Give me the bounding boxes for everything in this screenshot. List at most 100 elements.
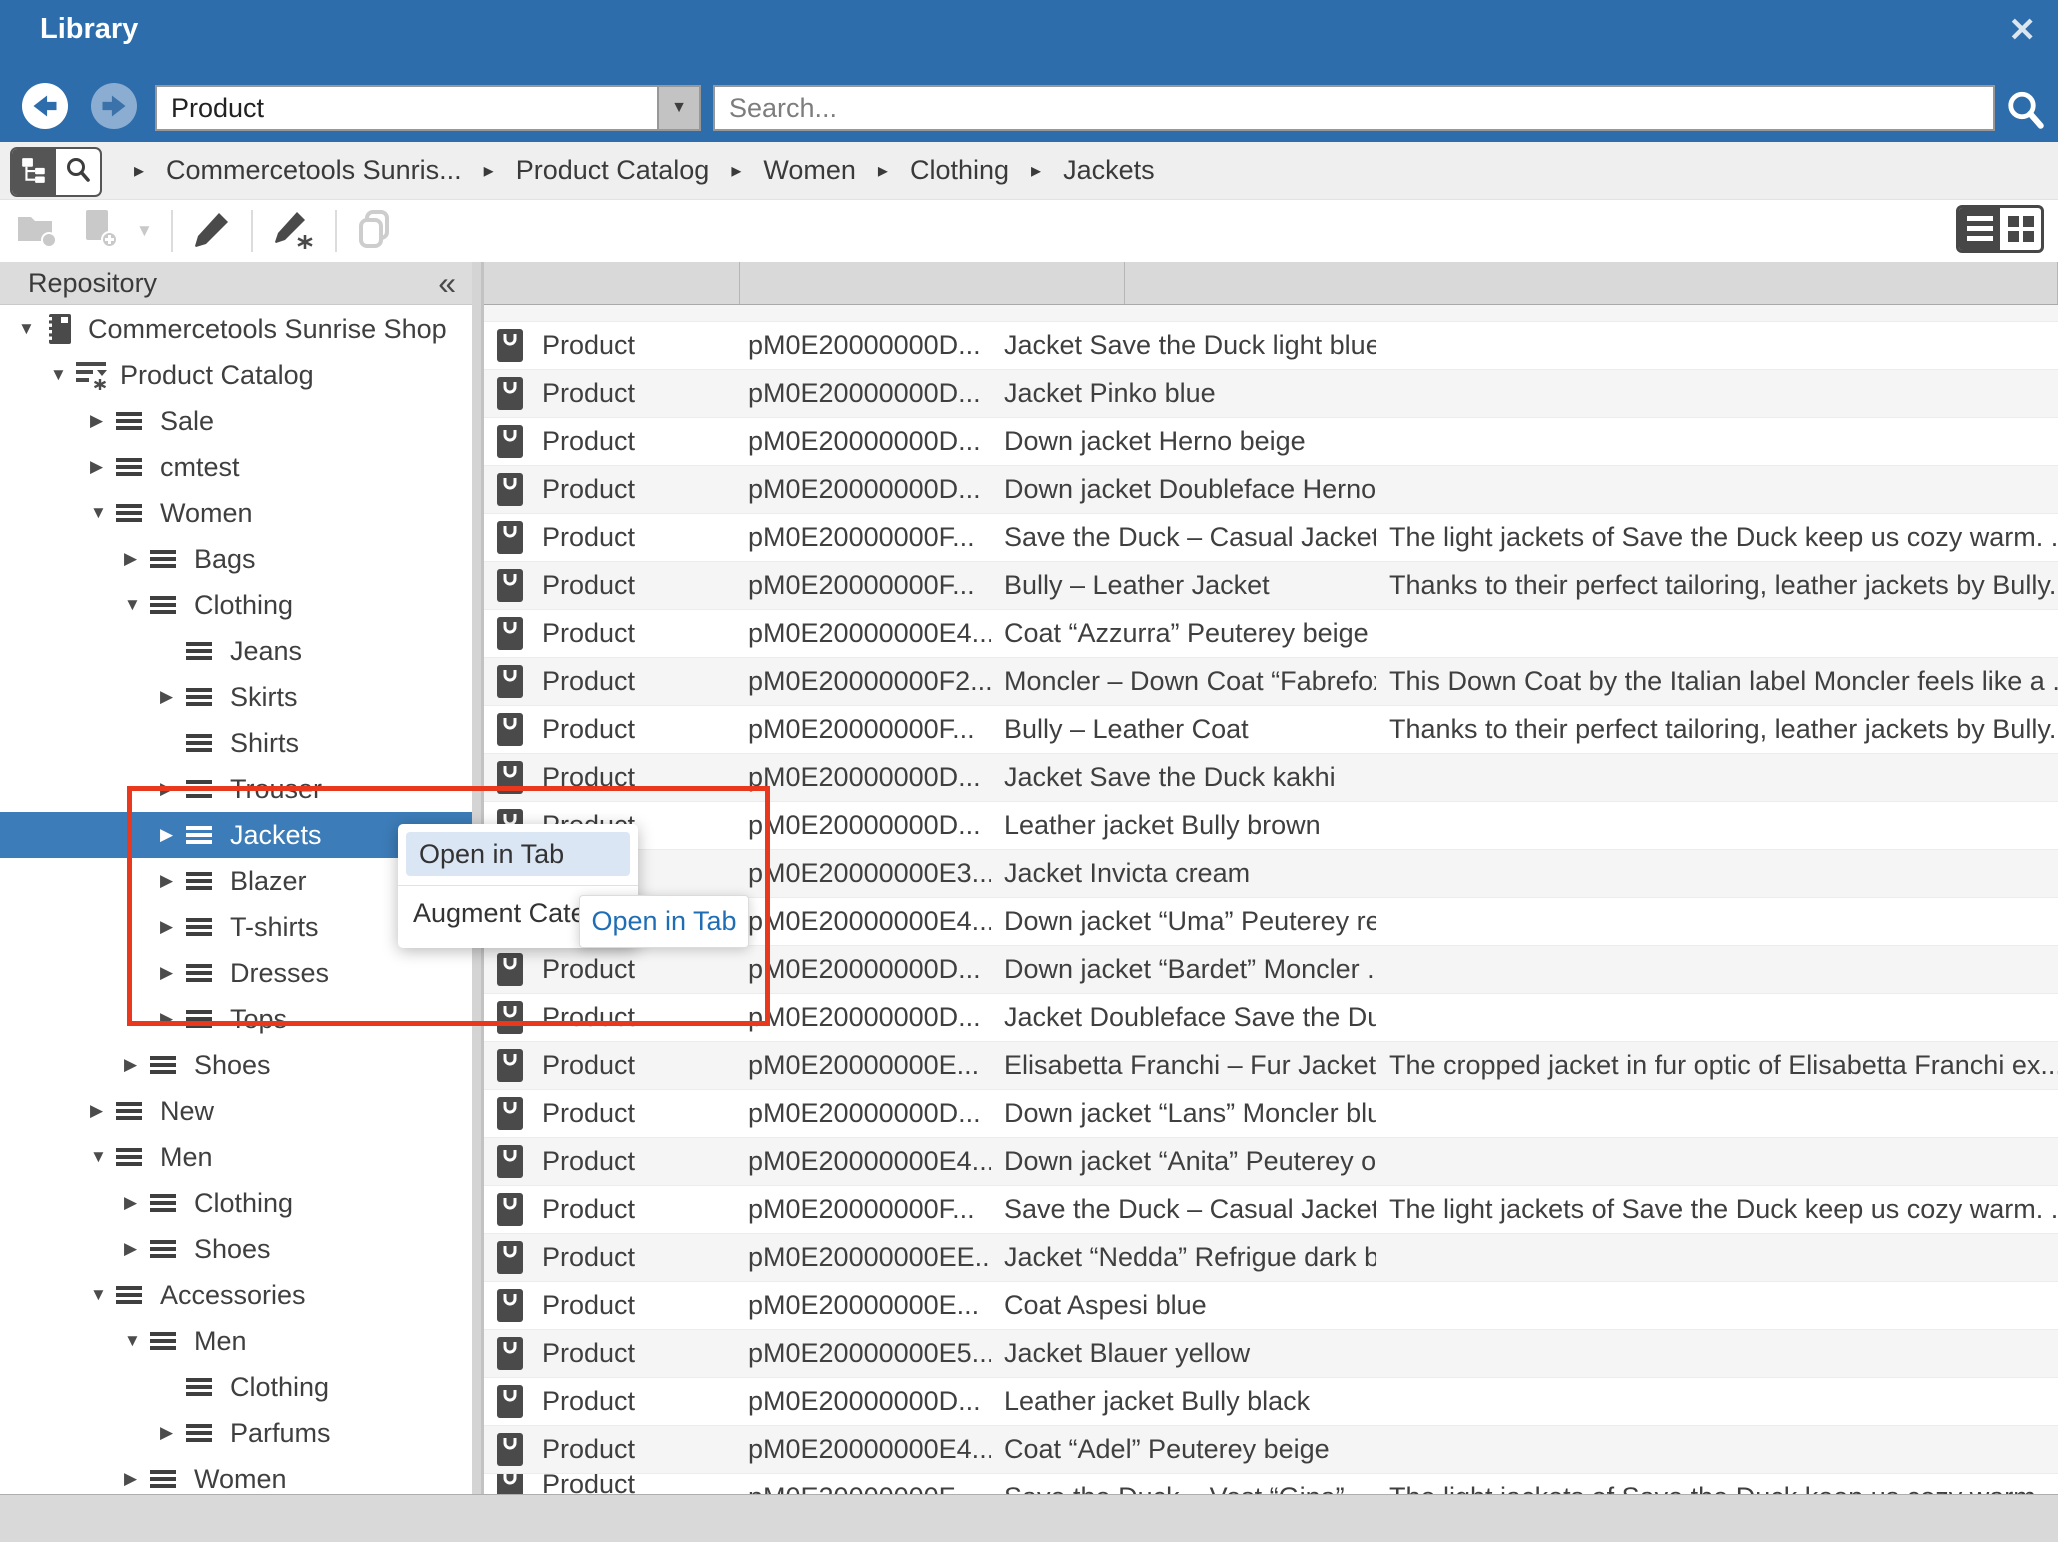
bottom-scrollbar-area[interactable] <box>0 1494 2058 1542</box>
scope-input[interactable] <box>157 87 657 129</box>
column-header[interactable] <box>740 262 1125 304</box>
tree-item[interactable]: Jeans <box>0 628 472 674</box>
tree-item[interactable]: Shoes <box>0 1042 472 1088</box>
table-row[interactable]: Product pM0E20000000E4... Coat “Azzurra”… <box>484 610 2058 658</box>
table-row[interactable]: Product pM0E20000000D... Leather jacket … <box>484 802 2058 850</box>
tree-item[interactable]: Shoes <box>0 1226 472 1272</box>
tree-item[interactable]: Clothing <box>0 1364 472 1410</box>
collapse-panel-icon[interactable]: « <box>438 267 456 299</box>
tree-expander-icon[interactable] <box>124 1331 150 1351</box>
tree-item[interactable]: Shirts <box>0 720 472 766</box>
table-row[interactable]: Product pM0E20000000E... Coat Aspesi blu… <box>484 1282 2058 1330</box>
edit-icon[interactable] <box>191 208 233 255</box>
table-row[interactable]: Product pM0E20000000D... Jacket Save the… <box>484 754 2058 802</box>
tree-expander-icon[interactable] <box>90 1147 116 1167</box>
tree-expander-icon[interactable] <box>160 963 186 983</box>
tree-item[interactable]: Dresses <box>0 950 472 996</box>
tree-item[interactable]: Tops <box>0 996 472 1042</box>
table-row[interactable]: Product pM0E20000000E5... Jacket Blauer … <box>484 1330 2058 1378</box>
tree-item[interactable]: Commercetools Sunrise Shop <box>0 306 472 352</box>
add-product-dropdown-icon[interactable]: ▼ <box>136 221 153 241</box>
tree-expander-icon[interactable] <box>124 1239 150 1259</box>
tree-expander-icon[interactable] <box>160 687 186 707</box>
tree-item[interactable]: Men <box>0 1134 472 1180</box>
tree-item[interactable]: Skirts <box>0 674 472 720</box>
tree-item[interactable]: Women <box>0 490 472 536</box>
tree-expander-icon[interactable] <box>90 457 116 477</box>
tree-item[interactable]: cmtest <box>0 444 472 490</box>
tree-item[interactable]: Men <box>0 1318 472 1364</box>
grid-view-button[interactable] <box>2000 208 2041 250</box>
table-row[interactable]: Product pM0E20000000D... Down jacket “Ba… <box>484 946 2058 994</box>
table-row[interactable]: Product pM0E20000000D... Jacket Save the… <box>484 322 2058 370</box>
scope-dropdown-button[interactable]: ▼ <box>657 87 699 129</box>
column-header[interactable] <box>2044 262 2058 304</box>
tree-expander-icon[interactable] <box>160 1009 186 1029</box>
table-row[interactable]: Product pM0E20000000E... Elisabetta Fran… <box>484 1042 2058 1090</box>
tree-item[interactable]: Bags <box>0 536 472 582</box>
search-icon[interactable] <box>2004 89 2046 136</box>
tree-item[interactable]: Clothing <box>0 1180 472 1226</box>
table-row[interactable]: Product pM0E20000000F2... Moncler – Down… <box>484 658 2058 706</box>
tree-expander-icon[interactable] <box>124 595 150 615</box>
tree-expander-icon[interactable] <box>160 917 186 937</box>
tree-expander-icon[interactable] <box>160 1423 186 1443</box>
add-product-icon[interactable] <box>78 208 118 255</box>
table-row[interactable]: Product pM0E20000000D... Leather jacket … <box>484 1378 2058 1426</box>
tree-item[interactable]: New <box>0 1088 472 1134</box>
tree-expander-icon[interactable] <box>90 1101 116 1121</box>
tree-expander-icon[interactable] <box>124 549 150 569</box>
tree-view-toggle[interactable] <box>12 149 56 195</box>
table-row[interactable]: Product pM0E20000000D... Jacket Pinko bl… <box>484 370 2058 418</box>
breadcrumb-item[interactable]: Product Catalog <box>516 155 710 186</box>
tree-item[interactable]: Clothing <box>0 582 472 628</box>
column-header[interactable] <box>484 262 740 304</box>
column-header[interactable] <box>1125 262 2044 304</box>
table-row[interactable]: Product pM0E20000000D... Jacket Doublefa… <box>484 994 2058 1042</box>
table-row[interactable]: Product pM0E20000000F... Save the Duck –… <box>484 1474 2058 1494</box>
table-row[interactable]: Product pM0E20000000D... Down jacket Her… <box>484 418 2058 466</box>
duplicate-icon[interactable] <box>355 208 395 255</box>
tree-item[interactable]: Accessories <box>0 1272 472 1318</box>
tree-item[interactable]: Parfums <box>0 1410 472 1456</box>
breadcrumb-item[interactable]: Jackets <box>1063 155 1155 186</box>
table-row[interactable]: Product pM0E20000000F... Bully – Leather… <box>484 706 2058 754</box>
tree-expander-icon[interactable] <box>90 503 116 523</box>
menu-item-open-in-tab[interactable]: Open in Tab <box>406 832 630 876</box>
list-view-button[interactable] <box>1959 208 2000 250</box>
table-row[interactable]: Product pM0E20000000F... Save the Duck –… <box>484 1186 2058 1234</box>
table-row[interactable]: Product pM0E20000000EE... Jacket “Nedda”… <box>484 1234 2058 1282</box>
table-row[interactable]: Product pM0E20000000E4... Coat “Adel” Pe… <box>484 1426 2058 1474</box>
breadcrumb-item[interactable]: Clothing <box>910 155 1009 186</box>
tree-expander-icon[interactable] <box>160 871 186 891</box>
tree-expander-icon[interactable] <box>50 365 76 385</box>
search-input[interactable] <box>715 87 1993 129</box>
table-row[interactable]: Product pM0E20000000E3... Jacket Invicta… <box>484 850 2058 898</box>
tree-expander-icon[interactable] <box>90 1285 116 1305</box>
back-button[interactable] <box>22 83 68 129</box>
table-row[interactable]: Product pM0E20000000F... Save the Duck –… <box>484 514 2058 562</box>
tree-expander-icon[interactable] <box>90 411 116 431</box>
tree-expander-icon[interactable] <box>124 1193 150 1213</box>
tree-expander-icon[interactable] <box>124 1055 150 1075</box>
close-icon[interactable]: ✕ <box>2008 10 2036 49</box>
forward-button[interactable] <box>91 83 137 129</box>
tree-item[interactable]: Product Catalog <box>0 352 472 398</box>
edit-augment-icon[interactable] <box>271 208 317 255</box>
add-category-icon[interactable] <box>16 209 60 254</box>
tree-expander-icon[interactable] <box>160 779 186 799</box>
search-view-toggle[interactable] <box>56 149 100 195</box>
tree-expander-icon[interactable] <box>160 825 186 845</box>
breadcrumb-item[interactable]: Commercetools Sunris... <box>166 155 462 186</box>
table-row[interactable]: Product pM0E20000000E4... Down jacket “A… <box>484 1138 2058 1186</box>
tree-item[interactable]: Sale <box>0 398 472 444</box>
tree-item[interactable]: Trouser <box>0 766 472 812</box>
tree-item[interactable]: Women <box>0 1456 472 1494</box>
table-row[interactable]: Product pM0E20000000D... Down jacket Dou… <box>484 466 2058 514</box>
tree-expander-icon[interactable] <box>124 1469 150 1489</box>
table-row[interactable]: Product pM0E20000000D... Jacket Save the… <box>484 305 2058 322</box>
tree-expander-icon[interactable] <box>18 319 44 339</box>
table-row[interactable]: Product pM0E20000000D... Down jacket “La… <box>484 1090 2058 1138</box>
table-row[interactable]: Product pM0E20000000F... Bully – Leather… <box>484 562 2058 610</box>
breadcrumb-item[interactable]: Women <box>763 155 856 186</box>
